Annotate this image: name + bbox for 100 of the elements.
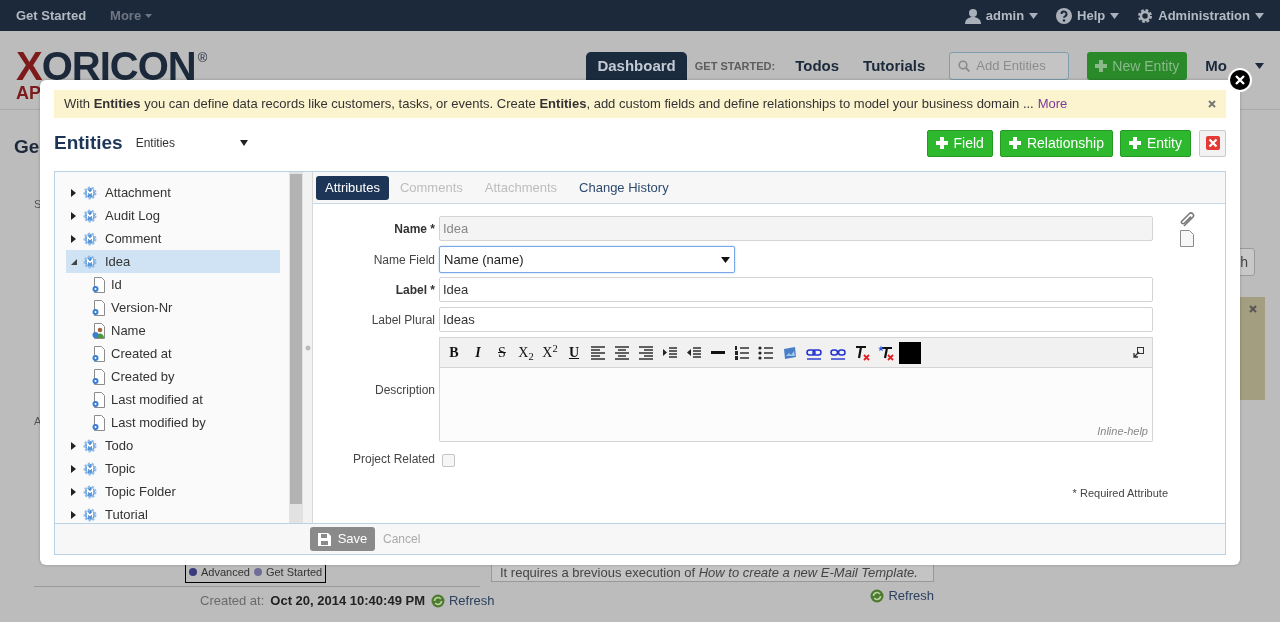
person-document-icon [92, 322, 105, 339]
user-icon [964, 7, 981, 24]
refresh-icon [870, 588, 885, 603]
field-label: Name * [393, 220, 436, 238]
field-label: Description [373, 381, 436, 399]
logo-subtitle: AP [16, 84, 42, 102]
expand-icon [71, 234, 77, 243]
tree-item[interactable]: Topic [66, 457, 280, 480]
paperclip-icon[interactable] [1180, 212, 1196, 228]
tree-item[interactable]: Created at [66, 342, 280, 365]
document-icon [92, 276, 105, 293]
tab[interactable]: Attributes [316, 175, 389, 200]
toolbar-button[interactable]: S [491, 341, 513, 364]
toolbar-button[interactable]: I [467, 341, 489, 364]
required-note: * Required Attribute [1072, 486, 1168, 501]
toolbar-button[interactable]: B [443, 341, 465, 364]
caret-icon [1029, 12, 1039, 19]
align-left-icon [590, 344, 606, 361]
legend-label: Advanced [201, 564, 250, 580]
toolbar-button[interactable]: X$^{2}$ [539, 341, 561, 364]
gear-icon [83, 231, 97, 246]
get-started-label: GET STARTED: [694, 58, 776, 74]
nav-tab[interactable]: Todos [795, 52, 840, 80]
created-value: Oct 20, 2014 10:40:49 PM [270, 592, 425, 610]
toolbar-button[interactable]: X$_{2}$ [515, 341, 537, 364]
caret-icon [145, 13, 153, 18]
expand-icon [71, 464, 77, 473]
tree-item[interactable]: Todo [66, 434, 280, 457]
nav-link[interactable]: Get Started [16, 5, 87, 26]
tree-item[interactable]: Comment [66, 227, 280, 250]
nav-tab[interactable]: Tutorials [863, 52, 926, 80]
align-right-icon [638, 344, 654, 361]
refresh-link[interactable]: Refresh [870, 586, 934, 606]
more-link[interactable]: More [1037, 94, 1068, 114]
outdent-icon [686, 344, 702, 361]
field-label: Label * [394, 281, 436, 299]
tree-item[interactable]: Id [66, 273, 280, 296]
indent-icon [662, 344, 678, 361]
close-icon [1235, 75, 1245, 85]
page-title: Ge [14, 136, 40, 158]
tab-label: Attachments [483, 178, 559, 197]
tree-item[interactable]: Topic Folder [66, 480, 280, 503]
delete-button[interactable] [1199, 129, 1226, 157]
info-text: With Entities you can define data records like customers, tasks, or events. Create Entities, add custom fields and define relationships to model your business domain ... [64, 95, 1034, 114]
caret-icon [1110, 12, 1120, 19]
image-icon [782, 344, 798, 361]
document-icon [92, 345, 105, 362]
close-icon[interactable] [1208, 100, 1216, 108]
text-field[interactable]: Idea [439, 277, 1153, 302]
menu-toggle[interactable]: Mo [1205, 54, 1264, 78]
tab-label[interactable]: Change History [568, 177, 680, 198]
entity-selector[interactable]: Entities [135, 134, 248, 152]
tree-item[interactable]: Attachment [66, 181, 280, 204]
field-label: Label Plural [370, 311, 436, 329]
inline-help: Inline-help [1097, 423, 1148, 439]
plus-icon [935, 137, 948, 149]
color-button[interactable] [899, 341, 921, 364]
nav-menu[interactable]: Administration [1137, 5, 1264, 26]
nav-tab[interactable]: Dashboard [586, 52, 687, 80]
gear-icon [83, 461, 97, 476]
document-icon[interactable] [1180, 230, 1194, 247]
document-icon [92, 414, 105, 431]
collapse-icon [71, 258, 77, 265]
select-field[interactable]: Name (name) [439, 246, 735, 273]
field-label: Project Related [351, 451, 436, 468]
tree-item[interactable]: Version-Nr [66, 296, 280, 319]
close-icon [1249, 305, 1257, 313]
field-label: Name Field [372, 251, 436, 269]
expand-icon [71, 487, 77, 496]
bullet-list-icon [758, 344, 774, 361]
plus-icon [1095, 60, 1108, 72]
gear-icon [83, 438, 97, 453]
help-icon [1056, 7, 1073, 24]
tree-item[interactable]: Tutorial [66, 503, 280, 523]
refresh-link[interactable]: Refresh [431, 591, 495, 611]
refresh-icon [431, 593, 445, 608]
tree-item[interactable]: Audit Log [66, 204, 280, 227]
close-icon [1205, 136, 1220, 150]
nav-menu[interactable]: admin [964, 5, 1039, 26]
created-label: Created at: [200, 592, 265, 610]
close-button[interactable] [1228, 68, 1252, 92]
editor-area[interactable]: Inline-help [439, 368, 1153, 442]
tree-item[interactable]: Last modified by [66, 411, 280, 434]
expand-icon [71, 441, 77, 450]
caret-icon [239, 140, 248, 146]
scrollbar[interactable] [289, 172, 303, 523]
clear-all-icon [878, 344, 894, 361]
document-icon [92, 391, 105, 408]
tree-item[interactable]: Last modified at [66, 388, 280, 411]
gear-icon [83, 185, 97, 200]
search-icon [958, 60, 971, 72]
tree-item[interactable]: Name [66, 319, 280, 342]
tree-item[interactable]: Idea [66, 250, 280, 273]
toolbar-button[interactable]: U [563, 341, 585, 364]
nav-menu[interactable]: Help [1056, 5, 1120, 26]
text-field[interactable]: Ideas [439, 307, 1153, 332]
gear-icon [83, 254, 97, 269]
clear-format-icon [854, 344, 870, 361]
checkbox[interactable] [442, 453, 455, 467]
tree-item[interactable]: Created by [66, 365, 280, 388]
